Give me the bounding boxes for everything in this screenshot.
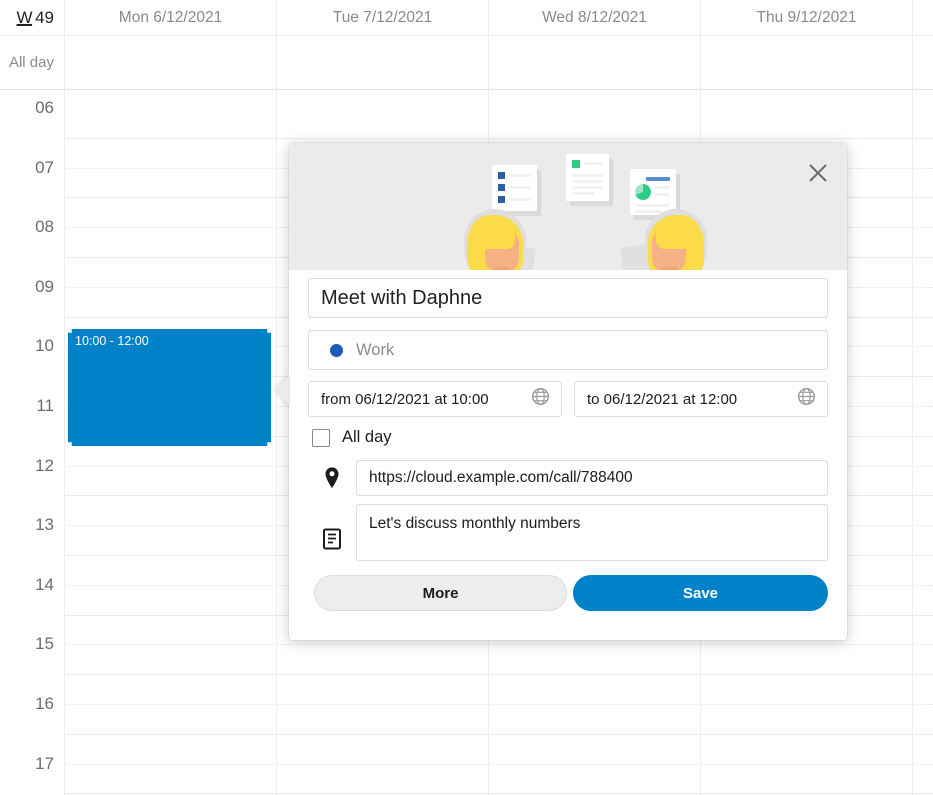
globe-icon[interactable]	[531, 387, 550, 411]
time-gutter: 06 07 08 09 10 11 12 13 14 15 16 17	[0, 90, 65, 795]
dialog-pointer	[275, 375, 290, 405]
all-day-cell-tue[interactable]	[277, 36, 489, 89]
calendar-event-block[interactable]: 10:00 - 12:00	[67, 328, 272, 447]
resize-handle-top-right[interactable]	[267, 328, 272, 333]
all-day-checkbox-label: All day	[342, 428, 392, 447]
day-header-tue[interactable]: Tue 7/12/2021	[277, 0, 489, 35]
day-header-mon[interactable]: Mon 6/12/2021	[65, 0, 277, 35]
event-time-label: 10:00 - 12:00	[75, 334, 149, 348]
event-datetime-row: from 06/12/2021 at 10:00 to 06/12/2021 a…	[308, 381, 828, 417]
text-document-icon	[566, 154, 609, 201]
hour-label-17: 17	[35, 754, 54, 774]
event-category-select[interactable]: Work	[308, 330, 828, 370]
hour-label-16: 16	[35, 694, 54, 714]
hour-label-14: 14	[35, 575, 54, 595]
category-label: Work	[356, 341, 394, 360]
day-column-partial[interactable]	[913, 90, 933, 795]
week-number-cell: W49	[0, 0, 65, 35]
description-icon	[308, 504, 356, 550]
week-symbol: W	[17, 8, 33, 28]
start-datetime-value: from 06/12/2021 at 10:00	[321, 391, 489, 408]
resize-handle-bottom-left[interactable]	[67, 442, 72, 447]
calendar-header-row: W49 Mon 6/12/2021 Tue 7/12/2021 Wed 8/12…	[0, 0, 933, 36]
event-description-input[interactable]: Let's discuss monthly numbers	[356, 504, 828, 561]
event-location-input[interactable]: https://cloud.example.com/call/788400	[356, 460, 828, 496]
dialog-actions: More Save	[308, 575, 828, 611]
event-title-input[interactable]: Meet with Daphne	[308, 278, 828, 318]
day-header-wed[interactable]: Wed 8/12/2021	[489, 0, 701, 35]
end-datetime-value: to 06/12/2021 at 12:00	[587, 391, 737, 408]
globe-icon[interactable]	[797, 387, 816, 411]
hour-label-10: 10	[35, 336, 54, 356]
hour-label-09: 09	[35, 277, 54, 297]
save-button[interactable]: Save	[573, 575, 828, 611]
close-icon[interactable]	[801, 156, 835, 190]
all-day-cell-wed[interactable]	[489, 36, 701, 89]
hour-label-15: 15	[35, 634, 54, 654]
hour-label-11: 11	[36, 396, 54, 416]
hour-label-08: 08	[35, 217, 54, 237]
illustration-person-left	[467, 209, 537, 270]
event-description-row: Let's discuss monthly numbers	[308, 504, 828, 561]
all-day-cell-thu[interactable]	[701, 36, 913, 89]
event-editor-dialog: Meet with Daphne Work from 06/12/2021 at…	[289, 143, 847, 640]
checklist-document-icon	[492, 165, 537, 211]
all-day-label: All day	[0, 36, 65, 89]
map-pin-icon	[308, 466, 356, 490]
week-number: 49	[35, 8, 54, 28]
all-day-row: All day	[0, 36, 933, 90]
resize-handle-bottom-right[interactable]	[267, 442, 272, 447]
hour-label-07: 07	[35, 158, 54, 178]
illustration-person-right	[634, 209, 704, 270]
event-start-datetime-input[interactable]: from 06/12/2021 at 10:00	[308, 381, 562, 417]
hour-label-12: 12	[35, 456, 54, 476]
hour-label-06: 06	[35, 98, 54, 118]
dialog-form: Meet with Daphne Work from 06/12/2021 at…	[289, 278, 847, 611]
category-color-dot	[330, 344, 343, 357]
more-button[interactable]: More	[314, 575, 567, 611]
all-day-row-control[interactable]: All day	[308, 428, 828, 447]
dialog-illustration-header	[289, 143, 847, 270]
day-header-thu[interactable]: Thu 9/12/2021	[701, 0, 913, 35]
all-day-cell-mon[interactable]	[65, 36, 277, 89]
hour-label-13: 13	[35, 515, 54, 535]
all-day-checkbox[interactable]	[312, 429, 330, 447]
resize-handle-top-left[interactable]	[67, 328, 72, 333]
event-location-row: https://cloud.example.com/call/788400	[308, 460, 828, 496]
event-end-datetime-input[interactable]: to 06/12/2021 at 12:00	[574, 381, 828, 417]
